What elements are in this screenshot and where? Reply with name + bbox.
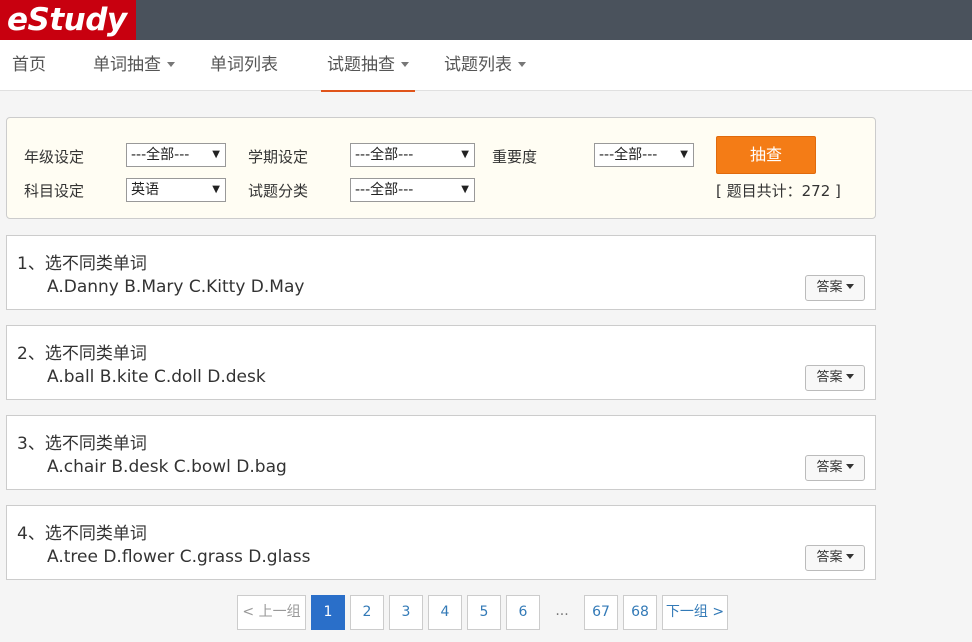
caret-down-icon: [845, 284, 854, 289]
nav-question-list[interactable]: 试题列表: [444, 40, 526, 91]
pagination-ellipsis: ...: [555, 603, 569, 619]
grade-select[interactable]: ---全部--- ▼: [126, 143, 226, 167]
page-67[interactable]: 67: [584, 595, 618, 630]
caret-down-icon: [167, 61, 175, 67]
answer-button-label: 答案: [816, 460, 843, 475]
nav-word-check[interactable]: 单词抽查: [93, 40, 175, 91]
subject-select-value: 英语: [131, 182, 159, 198]
dropdown-arrow-icon: ▼: [212, 184, 220, 195]
dropdown-arrow-icon: ▼: [212, 149, 220, 160]
page-6[interactable]: 6: [506, 595, 540, 630]
category-label: 试题分类: [248, 182, 309, 200]
prev-group-button[interactable]: < 上一组: [237, 595, 306, 630]
answer-button[interactable]: 答案: [805, 545, 865, 571]
answer-button-label: 答案: [816, 280, 843, 295]
answer-button-label: 答案: [816, 370, 843, 385]
question-options: A.tree D.flower C.grass D.glass: [47, 547, 311, 567]
main-nav: 首页 单词抽查 单词列表 试题抽查 试题列表: [0, 40, 972, 92]
page-5[interactable]: 5: [467, 595, 501, 630]
question-card: 1、选不同类单词 A.Danny B.Mary C.Kitty D.May 答案: [6, 235, 876, 310]
estudy-logo[interactable]: eStudy: [0, 0, 136, 40]
question-count: [ 题目共计：272 ]: [716, 182, 841, 200]
nav-word-list-label: 单词列表: [210, 55, 278, 75]
nav-home[interactable]: 首页: [12, 40, 46, 91]
question-title: 1、选不同类单词: [17, 254, 147, 274]
question-options: A.ball B.kite C.doll D.desk: [47, 367, 266, 387]
nav-question-check-label: 试题抽查: [327, 55, 395, 75]
question-options: A.Danny B.Mary C.Kitty D.May: [47, 277, 305, 297]
subject-label: 科目设定: [24, 182, 85, 200]
dropdown-arrow-icon: ▼: [461, 184, 469, 195]
importance-select-value: ---全部---: [599, 147, 658, 163]
answer-button[interactable]: 答案: [805, 275, 865, 301]
nav-question-list-label: 试题列表: [444, 55, 512, 75]
question-title: 4、选不同类单词: [17, 524, 147, 544]
nav-word-check-label: 单词抽查: [93, 55, 161, 75]
page-68[interactable]: 68: [623, 595, 657, 630]
question-options: A.chair B.desk C.bowl D.bag: [47, 457, 287, 477]
draw-button[interactable]: 抽查: [716, 136, 816, 174]
answer-button[interactable]: 答案: [805, 455, 865, 481]
answer-button[interactable]: 答案: [805, 365, 865, 391]
question-title: 2、选不同类单词: [17, 344, 147, 364]
page-2[interactable]: 2: [350, 595, 384, 630]
category-select-value: ---全部---: [355, 182, 414, 198]
nav-home-label: 首页: [12, 55, 46, 75]
caret-down-icon: [845, 554, 854, 559]
question-title: 3、选不同类单词: [17, 434, 147, 454]
caret-down-icon: [845, 464, 854, 469]
answer-button-label: 答案: [816, 550, 843, 565]
page-4[interactable]: 4: [428, 595, 462, 630]
category-select[interactable]: ---全部--- ▼: [350, 178, 475, 202]
page-1[interactable]: 1: [311, 595, 345, 630]
next-group-button[interactable]: 下一组 >: [662, 595, 728, 630]
nav-question-check[interactable]: 试题抽查: [321, 40, 415, 92]
caret-down-icon: [401, 61, 409, 67]
question-card: 2、选不同类单词 A.ball B.kite C.doll D.desk 答案: [6, 325, 876, 400]
top-bar: eStudy: [0, 0, 972, 40]
semester-label: 学期设定: [248, 148, 309, 166]
grade-select-value: ---全部---: [131, 147, 190, 163]
importance-select[interactable]: ---全部--- ▼: [594, 143, 694, 167]
nav-word-list[interactable]: 单词列表: [210, 40, 278, 91]
caret-down-icon: [845, 374, 854, 379]
dropdown-arrow-icon: ▼: [680, 149, 688, 160]
question-card: 4、选不同类单词 A.tree D.flower C.grass D.glass…: [6, 505, 876, 580]
semester-select[interactable]: ---全部--- ▼: [350, 143, 475, 167]
importance-label: 重要度: [492, 148, 538, 166]
subject-select[interactable]: 英语 ▼: [126, 178, 226, 202]
caret-down-icon: [518, 61, 526, 67]
dropdown-arrow-icon: ▼: [461, 149, 469, 160]
filter-panel: 年级设定 ---全部--- ▼ 学期设定 ---全部--- ▼ 重要度 ---全部-…: [6, 117, 876, 219]
question-card: 3、选不同类单词 A.chair B.desk C.bowl D.bag 答案: [6, 415, 876, 490]
grade-label: 年级设定: [24, 148, 85, 166]
page-3[interactable]: 3: [389, 595, 423, 630]
semester-select-value: ---全部---: [355, 147, 414, 163]
